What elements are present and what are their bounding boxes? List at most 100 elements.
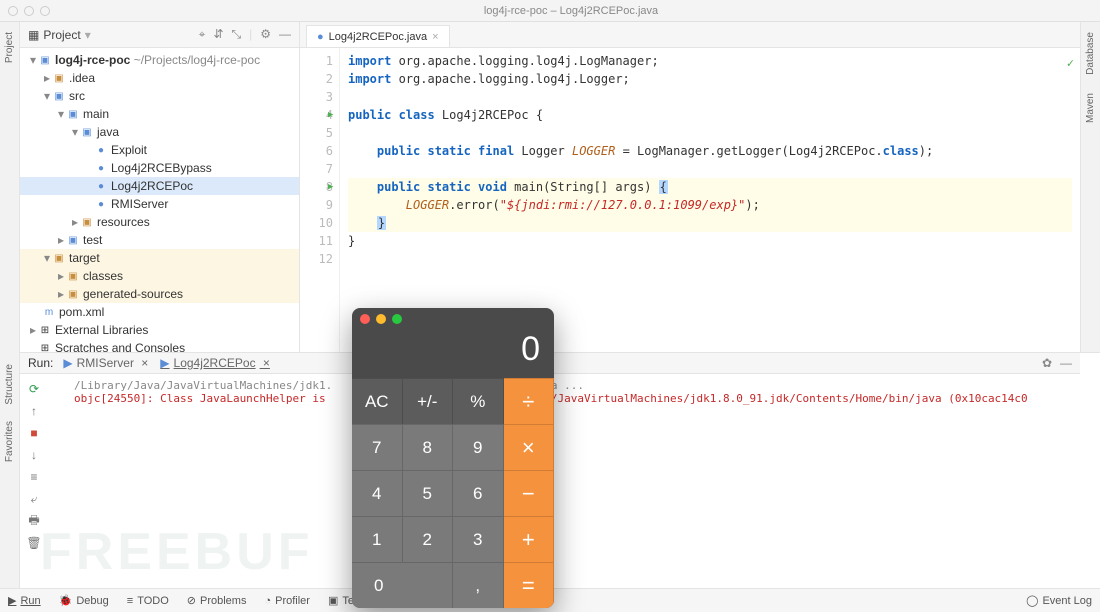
expand-all-icon[interactable]: ⇵ [213,27,223,42]
bottom-debug[interactable]: 🐞 Debug [59,594,109,607]
trash-icon[interactable]: 🗑 [26,535,42,551]
calculator-window[interactable]: 0 AC +/- % ÷ 7 8 9 × 4 5 6 − 1 2 3 + 0 ,… [352,308,554,608]
folder-icon: ▣ [80,217,94,228]
calc-key-percent[interactable]: % [453,378,504,424]
editor-area: ● Log4j2RCEPoc.java × ✓ ▶ ▶ 123456789101… [300,22,1080,352]
run-toolbar: ⟳ ↑ ■ ↓ ≡ ⤶ 🖶 🗑 [20,375,68,562]
rerun-icon[interactable]: ⟳ [26,381,42,397]
toolwindow-project-tab[interactable]: Project [4,28,15,67]
calc-keypad: AC +/- % ÷ 7 8 9 × 4 5 6 − 1 2 3 + 0 , = [352,378,554,608]
window-title: log4j-rce-poc – Log4j2RCEPoc.java [50,5,1092,17]
run-tab-active[interactable]: ▶Log4j2RCEPoc × [160,356,270,370]
editor-tab[interactable]: ● Log4j2RCEPoc.java × [306,25,450,47]
run-tab[interactable]: ▶RMIServer × [63,356,148,370]
calc-titlebar[interactable] [352,308,554,330]
class-icon: ● [94,163,108,174]
left-toolwindow-strip: Project [0,22,20,352]
print-icon[interactable]: 🖶 [26,513,42,529]
close-window-icon[interactable] [8,6,18,16]
left-toolwindow-strip-lower: Structure Favorites [0,352,20,588]
calc-key-2[interactable]: 2 [403,516,454,562]
calc-key-4[interactable]: 4 [352,470,403,516]
code-content[interactable]: import org.apache.logging.log4j.LogManag… [340,48,1080,352]
gear-icon[interactable]: ⚙ [260,27,271,42]
right-toolwindow-strip: Database Maven [1080,22,1100,352]
stop-icon[interactable]: ■ [26,425,42,441]
traffic-lights [8,6,50,16]
project-panel: ▦ Project ▾ ⌖ ⇵ ⤡ | ⚙ — ▾▣log4j-rce-poc … [20,22,300,352]
code-editor[interactable]: ✓ ▶ ▶ 123456789101112 import org.apache.… [300,48,1080,352]
calc-close-icon[interactable] [360,314,370,324]
class-icon: ● [94,199,108,210]
locate-icon[interactable]: ⌖ [199,27,206,42]
project-panel-title[interactable]: Project [43,28,80,42]
folder-icon: ▣ [66,289,80,300]
run-gutter-icon[interactable]: ▶ [328,178,333,196]
calc-key-9[interactable]: 9 [453,424,504,470]
calc-key-subtract[interactable]: − [504,470,555,516]
event-log[interactable]: ◯ Event Log [1026,594,1092,607]
calc-key-8[interactable]: 8 [403,424,454,470]
up-icon[interactable]: ↑ [26,403,42,419]
calc-key-3[interactable]: 3 [453,516,504,562]
calc-display: 0 [352,330,554,378]
bottom-problems[interactable]: ⊘ Problems [187,594,247,607]
editor-tab-label: Log4j2RCEPoc.java [329,31,427,43]
project-dropdown-icon[interactable]: ▦ [28,28,39,42]
calc-key-negate[interactable]: +/- [403,378,454,424]
zoom-window-icon[interactable] [40,6,50,16]
toolwindow-database-tab[interactable]: Database [1085,28,1096,79]
class-icon: ● [317,31,324,43]
folder-icon: ▣ [52,253,66,264]
calc-key-6[interactable]: 6 [453,470,504,516]
calc-key-7[interactable]: 7 [352,424,403,470]
window-titlebar: log4j-rce-poc – Log4j2RCEPoc.java [0,0,1100,22]
tree-file-selected: ●Log4j2RCEPoc [20,177,299,195]
folder-icon: ▣ [52,73,66,84]
calc-key-decimal[interactable]: , [453,562,504,608]
module-icon: ▣ [38,55,52,66]
library-icon: ⊞ [38,325,52,336]
down-icon[interactable]: ↓ [26,447,42,463]
run-gutter-icon[interactable]: ▶ [328,106,333,124]
calc-key-equals[interactable]: = [504,562,555,608]
folder-icon: ▣ [80,127,94,138]
toolwindow-maven-tab[interactable]: Maven [1085,89,1096,127]
calc-key-multiply[interactable]: × [504,424,555,470]
calc-key-divide[interactable]: ÷ [504,378,555,424]
softwrap-icon[interactable]: ⤶ [26,491,42,507]
folder-icon: ▣ [66,109,80,120]
bottom-run[interactable]: ▶ Run [8,594,41,607]
project-panel-header: ▦ Project ▾ ⌖ ⇵ ⤡ | ⚙ — [20,22,299,48]
run-label: Run: [28,356,53,370]
run-hide-icon[interactable]: — [1060,356,1072,370]
class-icon: ● [94,145,108,156]
calc-minimize-icon[interactable] [376,314,386,324]
collapse-all-icon[interactable]: ⤡ [232,27,242,42]
layout-icon[interactable]: ≡ [26,469,42,485]
calc-key-0[interactable]: 0 [352,562,453,608]
bottom-profiler[interactable]: ◔ Profiler [264,595,310,607]
run-settings-icon[interactable]: ✿ [1042,356,1052,370]
calc-key-add[interactable]: + [504,516,555,562]
tree-file: ●Log4j2RCEBypass [20,159,299,177]
tree-file: ●Exploit [20,141,299,159]
maven-icon: m [42,307,56,318]
calc-key-1[interactable]: 1 [352,516,403,562]
calc-key-5[interactable]: 5 [403,470,454,516]
calc-zoom-icon[interactable] [392,314,402,324]
folder-icon: ▣ [66,271,80,282]
scratch-icon: ⊞ [38,343,52,353]
folder-icon: ▣ [66,235,80,246]
line-gutter: 123456789101112 [300,48,340,352]
calc-key-ac[interactable]: AC [352,378,403,424]
minimize-window-icon[interactable] [24,6,34,16]
hide-panel-icon[interactable]: — [279,27,291,42]
close-tab-icon[interactable]: × [432,31,438,43]
bottom-todo[interactable]: ≡ TODO [127,595,169,607]
toolwindow-structure-tab[interactable]: Structure [4,360,15,409]
editor-tabs: ● Log4j2RCEPoc.java × [300,22,1080,48]
project-tree[interactable]: ▾▣log4j-rce-poc ~/Projects/log4j-rce-poc… [20,48,299,352]
toolwindow-favorites-tab[interactable]: Favorites [4,417,15,466]
run-console[interactable]: /Library/Java/JavaVirtualMachines/jdk1. … [68,375,1100,562]
